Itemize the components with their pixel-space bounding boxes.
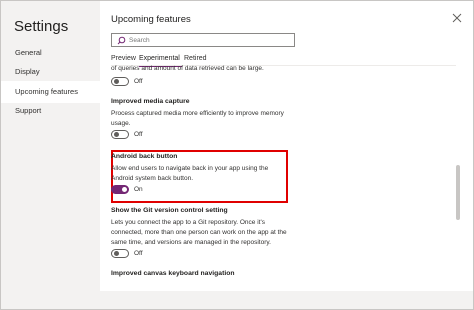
nav-footer xyxy=(1,291,100,309)
toggle-state-label: Off xyxy=(134,250,143,257)
close-button[interactable] xyxy=(450,11,464,25)
description-line: Lets you connect the app to a Git reposi… xyxy=(111,219,265,226)
feature-toggle-query[interactable] xyxy=(111,77,129,86)
settings-window: Settings General Display Upcoming featur… xyxy=(0,0,474,310)
toggle-knob xyxy=(122,187,127,192)
tab-experimental[interactable]: Experimental xyxy=(139,55,180,62)
search-input[interactable] xyxy=(129,34,289,46)
feature-description: of queries and amount of data retrieved … xyxy=(111,65,264,72)
description-line: connected, more than one person can work… xyxy=(111,229,287,236)
features-list: of queries and amount of data retrieved … xyxy=(111,63,456,291)
feature-heading: Improved canvas keyboard navigation xyxy=(111,270,235,277)
nav-item-display[interactable]: Display xyxy=(1,61,100,83)
feature-toggle-git[interactable] xyxy=(111,249,129,258)
toggle-state-label: Off xyxy=(134,131,143,138)
search-box[interactable] xyxy=(111,33,295,47)
feature-heading: Show the Git version control setting xyxy=(111,207,228,214)
feature-description: Process captured media more efficiently … xyxy=(111,109,311,129)
description-line: same time, and versions are managed in t… xyxy=(111,239,271,246)
feature-description: Allow end users to navigate back in your… xyxy=(111,164,286,184)
feature-heading: Improved media capture xyxy=(111,98,190,105)
page-title: Upcoming features xyxy=(111,14,191,25)
toggle-knob xyxy=(114,132,119,137)
scrollbar[interactable] xyxy=(456,165,460,220)
description-line: Allow end users to navigate back in your… xyxy=(111,165,269,172)
feature-description: Lets you connect the app to a Git reposi… xyxy=(111,218,316,248)
nav-item-support[interactable]: Support xyxy=(1,100,100,122)
search-icon xyxy=(117,36,126,45)
settings-nav: Settings General Display Upcoming featur… xyxy=(1,1,100,309)
settings-title: Settings xyxy=(14,18,69,35)
feature-heading: Android back button xyxy=(111,153,178,160)
tab-preview[interactable]: Preview xyxy=(111,55,136,62)
feature-toggle-android-back[interactable] xyxy=(111,185,129,194)
description-line: Process captured media more efficiently … xyxy=(111,110,284,117)
close-icon xyxy=(452,13,462,23)
main-footer xyxy=(100,291,473,309)
description-line: usage. xyxy=(111,120,131,127)
tab-retired[interactable]: Retired xyxy=(184,55,207,62)
main-panel: Upcoming features Preview Experimental R… xyxy=(100,1,473,309)
toggle-knob xyxy=(114,251,119,256)
description-line: Android system back button. xyxy=(111,175,194,182)
feature-toggle-media-capture[interactable] xyxy=(111,130,129,139)
toggle-state-label: On xyxy=(134,186,143,193)
toggle-knob xyxy=(114,79,119,84)
toggle-state-label: Off xyxy=(134,78,143,85)
